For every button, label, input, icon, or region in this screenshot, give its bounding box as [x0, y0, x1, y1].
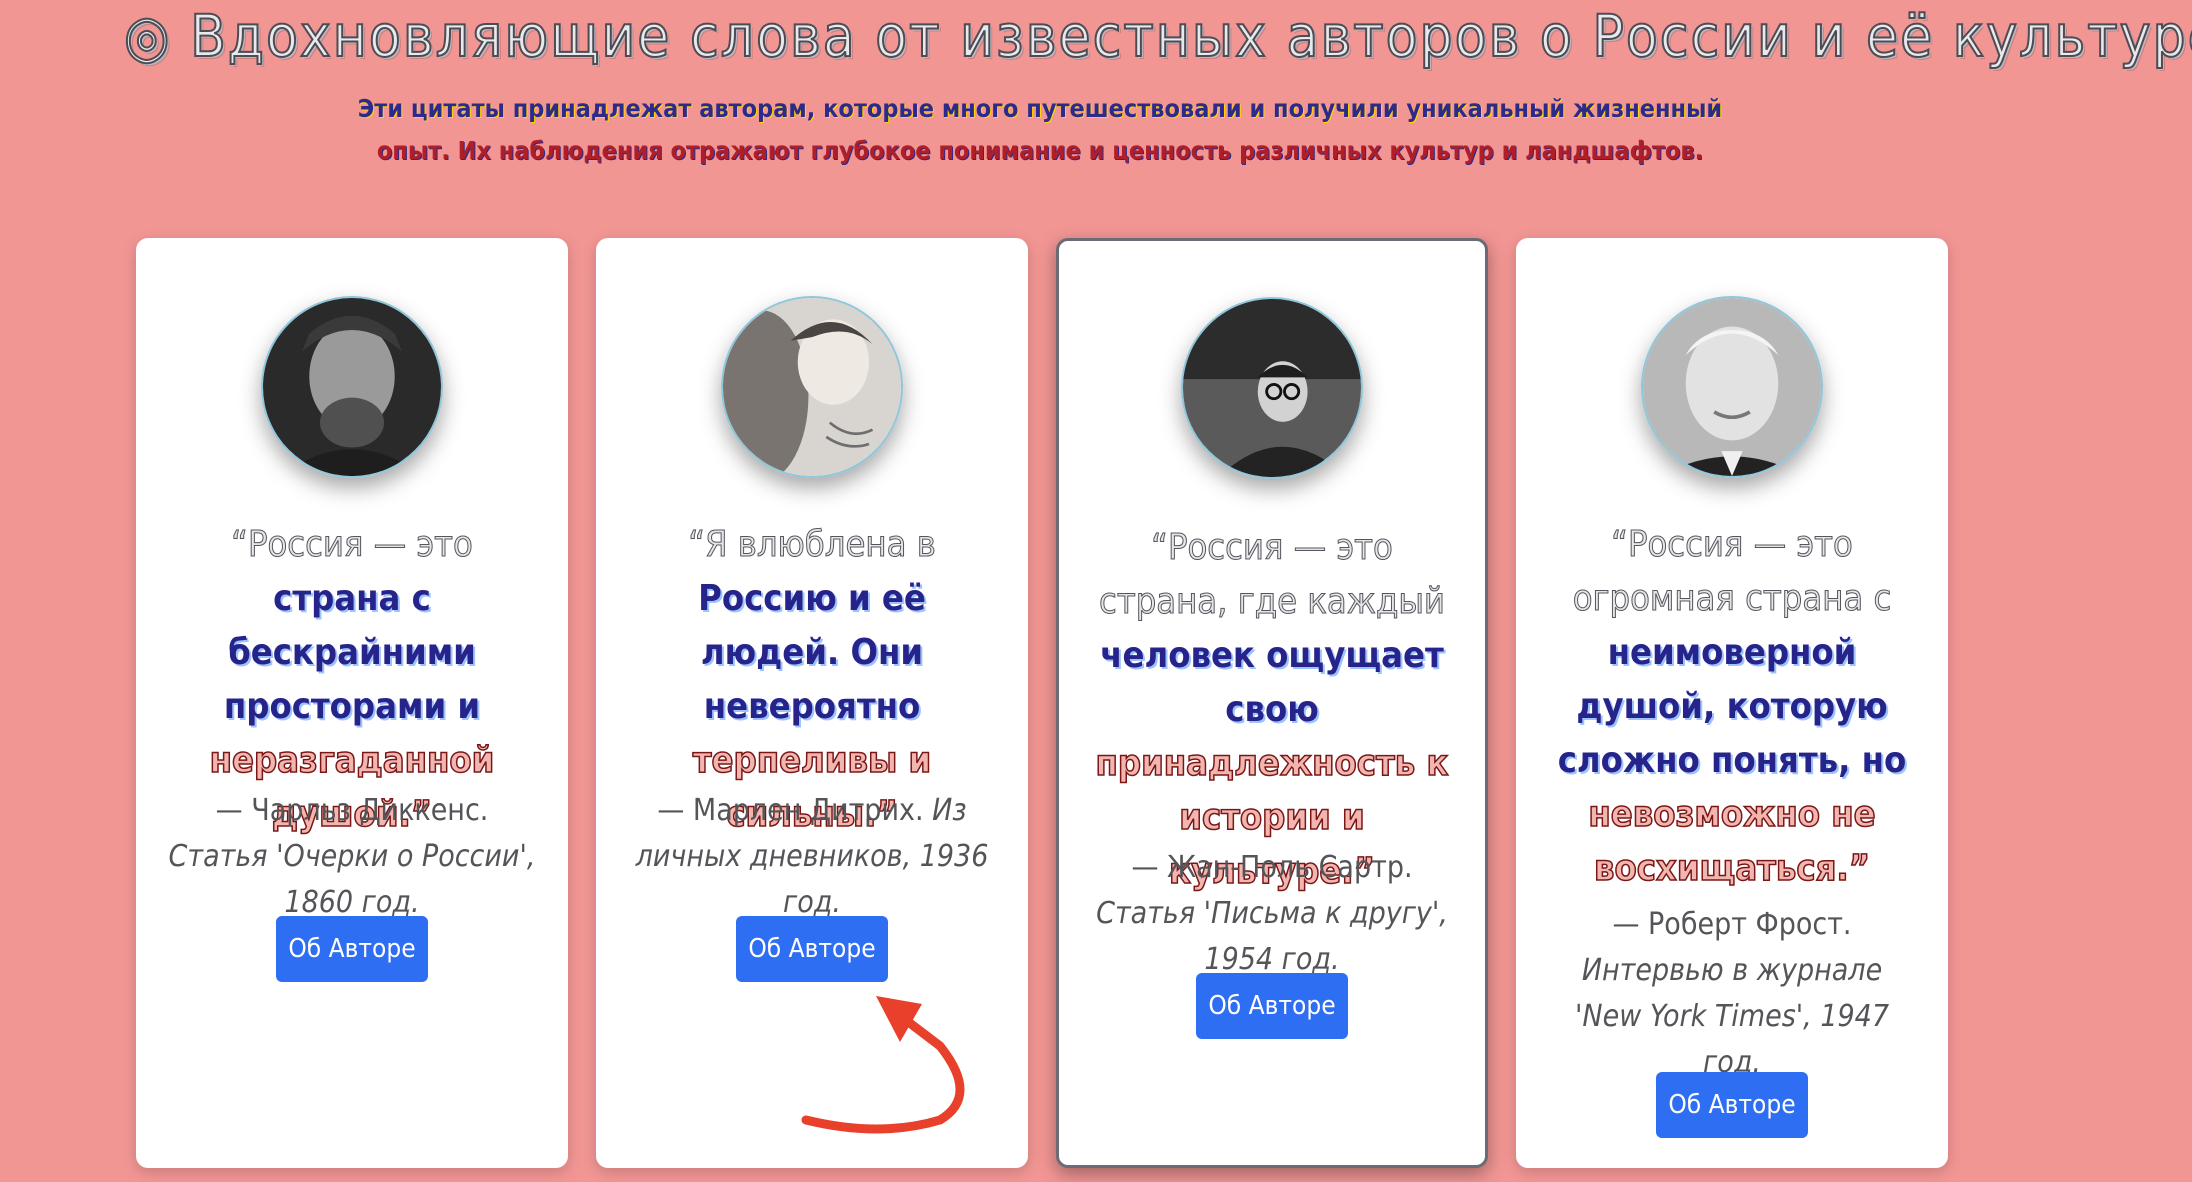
- quote-attribution: — Роберт Фрост. Интервью в журнале 'New …: [1546, 902, 1918, 1086]
- quote-text: “Россия — это страна, где каждый человек…: [1089, 521, 1455, 899]
- annotation-arrow-icon: [801, 996, 965, 1134]
- portrait-image: [1643, 298, 1821, 476]
- page-title: ◎ Вдохновляющие слова от известных автор…: [123, 1, 2192, 71]
- author-card-frost: “Россия — это огромная страна с неимовер…: [1516, 238, 1948, 1168]
- author-card-sartre: “Россия — это страна, где каждый человек…: [1056, 238, 1488, 1168]
- quote-part-gray: “Россия — это страна, где каждый: [1099, 527, 1446, 623]
- quote-source: Статья 'Очерки о России', 1860 год.: [168, 839, 536, 920]
- quote-part-gray: “Россия — это: [231, 524, 474, 566]
- author-portrait: [721, 296, 903, 478]
- portrait-image: [1183, 299, 1361, 477]
- quote-source: Статья 'Письма к другу', 1954 год.: [1096, 896, 1448, 977]
- quote-part-blue: человек ощущает свою: [1100, 635, 1444, 730]
- quote-part-red: невозможно не восхищаться.”: [1588, 793, 1877, 890]
- portrait-image: [263, 298, 441, 476]
- quote-part-blue: Россию и её людей. Они невероятно: [698, 578, 926, 727]
- page-subtitle: Эти цитаты принадлежат авторам, которые …: [340, 88, 1740, 172]
- about-author-button[interactable]: Об Авторе: [1656, 1072, 1808, 1138]
- author-card-dickens: “Россия — это страна с бескрайними прост…: [136, 238, 568, 1168]
- quote-attribution: — Жан-Поль Сартр. Статья 'Письма к другу…: [1089, 845, 1455, 983]
- quote-part-gray: “Я влюблена в: [688, 524, 937, 566]
- author-portrait: [1181, 297, 1363, 479]
- author-name: — Жан-Поль Сартр.: [1131, 850, 1413, 885]
- about-author-button[interactable]: Об Авторе: [736, 916, 888, 982]
- about-author-button[interactable]: Об Авторе: [1196, 973, 1348, 1039]
- quote-part-gray: “Россия — это огромная страна с: [1572, 524, 1892, 620]
- author-name: — Марлен Дитрих.: [657, 793, 924, 828]
- quote-part-blue: неимоверной душой, которую сложно понять…: [1557, 632, 1907, 781]
- quote-text: “Россия — это огромная страна с неимовер…: [1546, 518, 1918, 896]
- portrait-image: [723, 298, 901, 476]
- quote-part-blue: страна с бескрайними просторами и: [223, 578, 481, 727]
- author-name: — Роберт Фрост.: [1612, 907, 1852, 942]
- subtitle-line-2: опыт. Их наблюдения отражают глубокое по…: [376, 136, 1704, 165]
- quote-source: Интервью в журнале 'New York Times', 194…: [1574, 953, 1889, 1080]
- author-portrait: [261, 296, 443, 478]
- author-name: — Чарльз Диккенс.: [215, 793, 489, 828]
- subtitle-line-1: Эти цитаты принадлежат авторам, которые …: [357, 94, 1723, 123]
- quote-attribution: — Чарльз Диккенс. Статья 'Очерки о Росси…: [166, 788, 538, 926]
- about-author-button[interactable]: Об Авторе: [276, 916, 428, 982]
- author-portrait: [1641, 296, 1823, 478]
- quote-attribution: — Марлен Дитрих. Из личных дневников, 19…: [626, 788, 998, 926]
